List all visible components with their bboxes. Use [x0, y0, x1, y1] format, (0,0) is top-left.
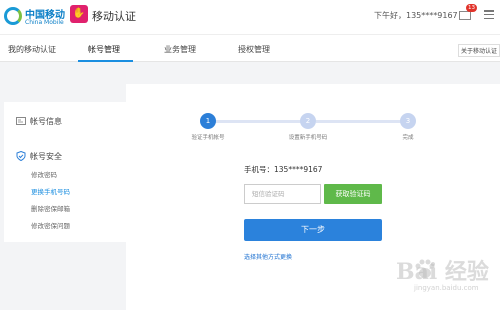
nav-active-indicator: [78, 60, 133, 62]
step-connector-1: [214, 120, 306, 123]
step-1-circle: 1: [200, 113, 216, 129]
nav-business-management[interactable]: 业务管理: [164, 44, 196, 55]
hand-icon: ✋: [70, 5, 88, 23]
step-3-label: 完成: [402, 135, 414, 141]
brand-name-en: China Mobile: [25, 19, 64, 26]
nav-my-auth[interactable]: 我的移动认证: [8, 44, 56, 55]
about-link[interactable]: 关于移动认证: [458, 44, 500, 57]
other-method-link[interactable]: 选择其他方式更换: [244, 252, 292, 261]
sms-code-input[interactable]: [244, 184, 321, 204]
app-title: 移动认证: [92, 10, 136, 23]
watermark-url: jingyan.baidu.com: [414, 284, 479, 292]
phone-number-label: 手机号：135****9167: [244, 165, 323, 174]
mail-icon[interactable]: [459, 11, 471, 20]
step-2-circle: 2: [300, 113, 316, 129]
shield-icon: [16, 151, 26, 161]
sidebar: 帐号信息 帐号安全 修改密码 更换手机号码 删除密保邮箱 修改密保问题: [4, 102, 126, 242]
china-mobile-logo-icon: [4, 7, 22, 25]
sidebar-change-security-question[interactable]: 修改密保问题: [31, 220, 70, 230]
step-1-label: 验证手机帐号: [191, 135, 225, 141]
nav-authorization-management[interactable]: 授权管理: [238, 44, 270, 55]
id-card-icon: [16, 117, 26, 125]
top-bar: 中国移动 China Mobile ✋ 移动认证 下午好，135****9167…: [0, 0, 500, 34]
baidu-watermark: Bai 经验 jingyan.baidu.com: [372, 250, 496, 300]
watermark-text: Bai 经验: [396, 259, 489, 285]
step-connector-2: [316, 120, 406, 123]
china-mobile-logo[interactable]: 中国移动 China Mobile: [4, 6, 104, 28]
main-nav: 我的移动认证 帐号管理 业务管理 授权管理 关于移动认证: [0, 34, 500, 62]
menu-icon[interactable]: [484, 10, 494, 20]
step-2-label: 设置新手机号码: [288, 135, 328, 141]
sidebar-delete-security-email[interactable]: 删除密保邮箱: [31, 203, 70, 213]
mail-count-badge: 13: [466, 4, 477, 12]
sidebar-account-security[interactable]: 帐号安全: [30, 151, 62, 162]
sidebar-change-phone[interactable]: 更换手机号码: [31, 186, 70, 196]
next-step-button[interactable]: 下一步: [244, 219, 382, 241]
get-code-button[interactable]: 获取验证码: [324, 184, 382, 204]
nav-account-management[interactable]: 帐号管理: [88, 44, 120, 55]
step-3-circle: 3: [400, 113, 416, 129]
sidebar-change-password[interactable]: 修改密码: [31, 169, 57, 179]
user-greeting[interactable]: 下午好，135****9167: [374, 10, 458, 21]
sidebar-account-info[interactable]: 帐号信息: [30, 116, 62, 127]
